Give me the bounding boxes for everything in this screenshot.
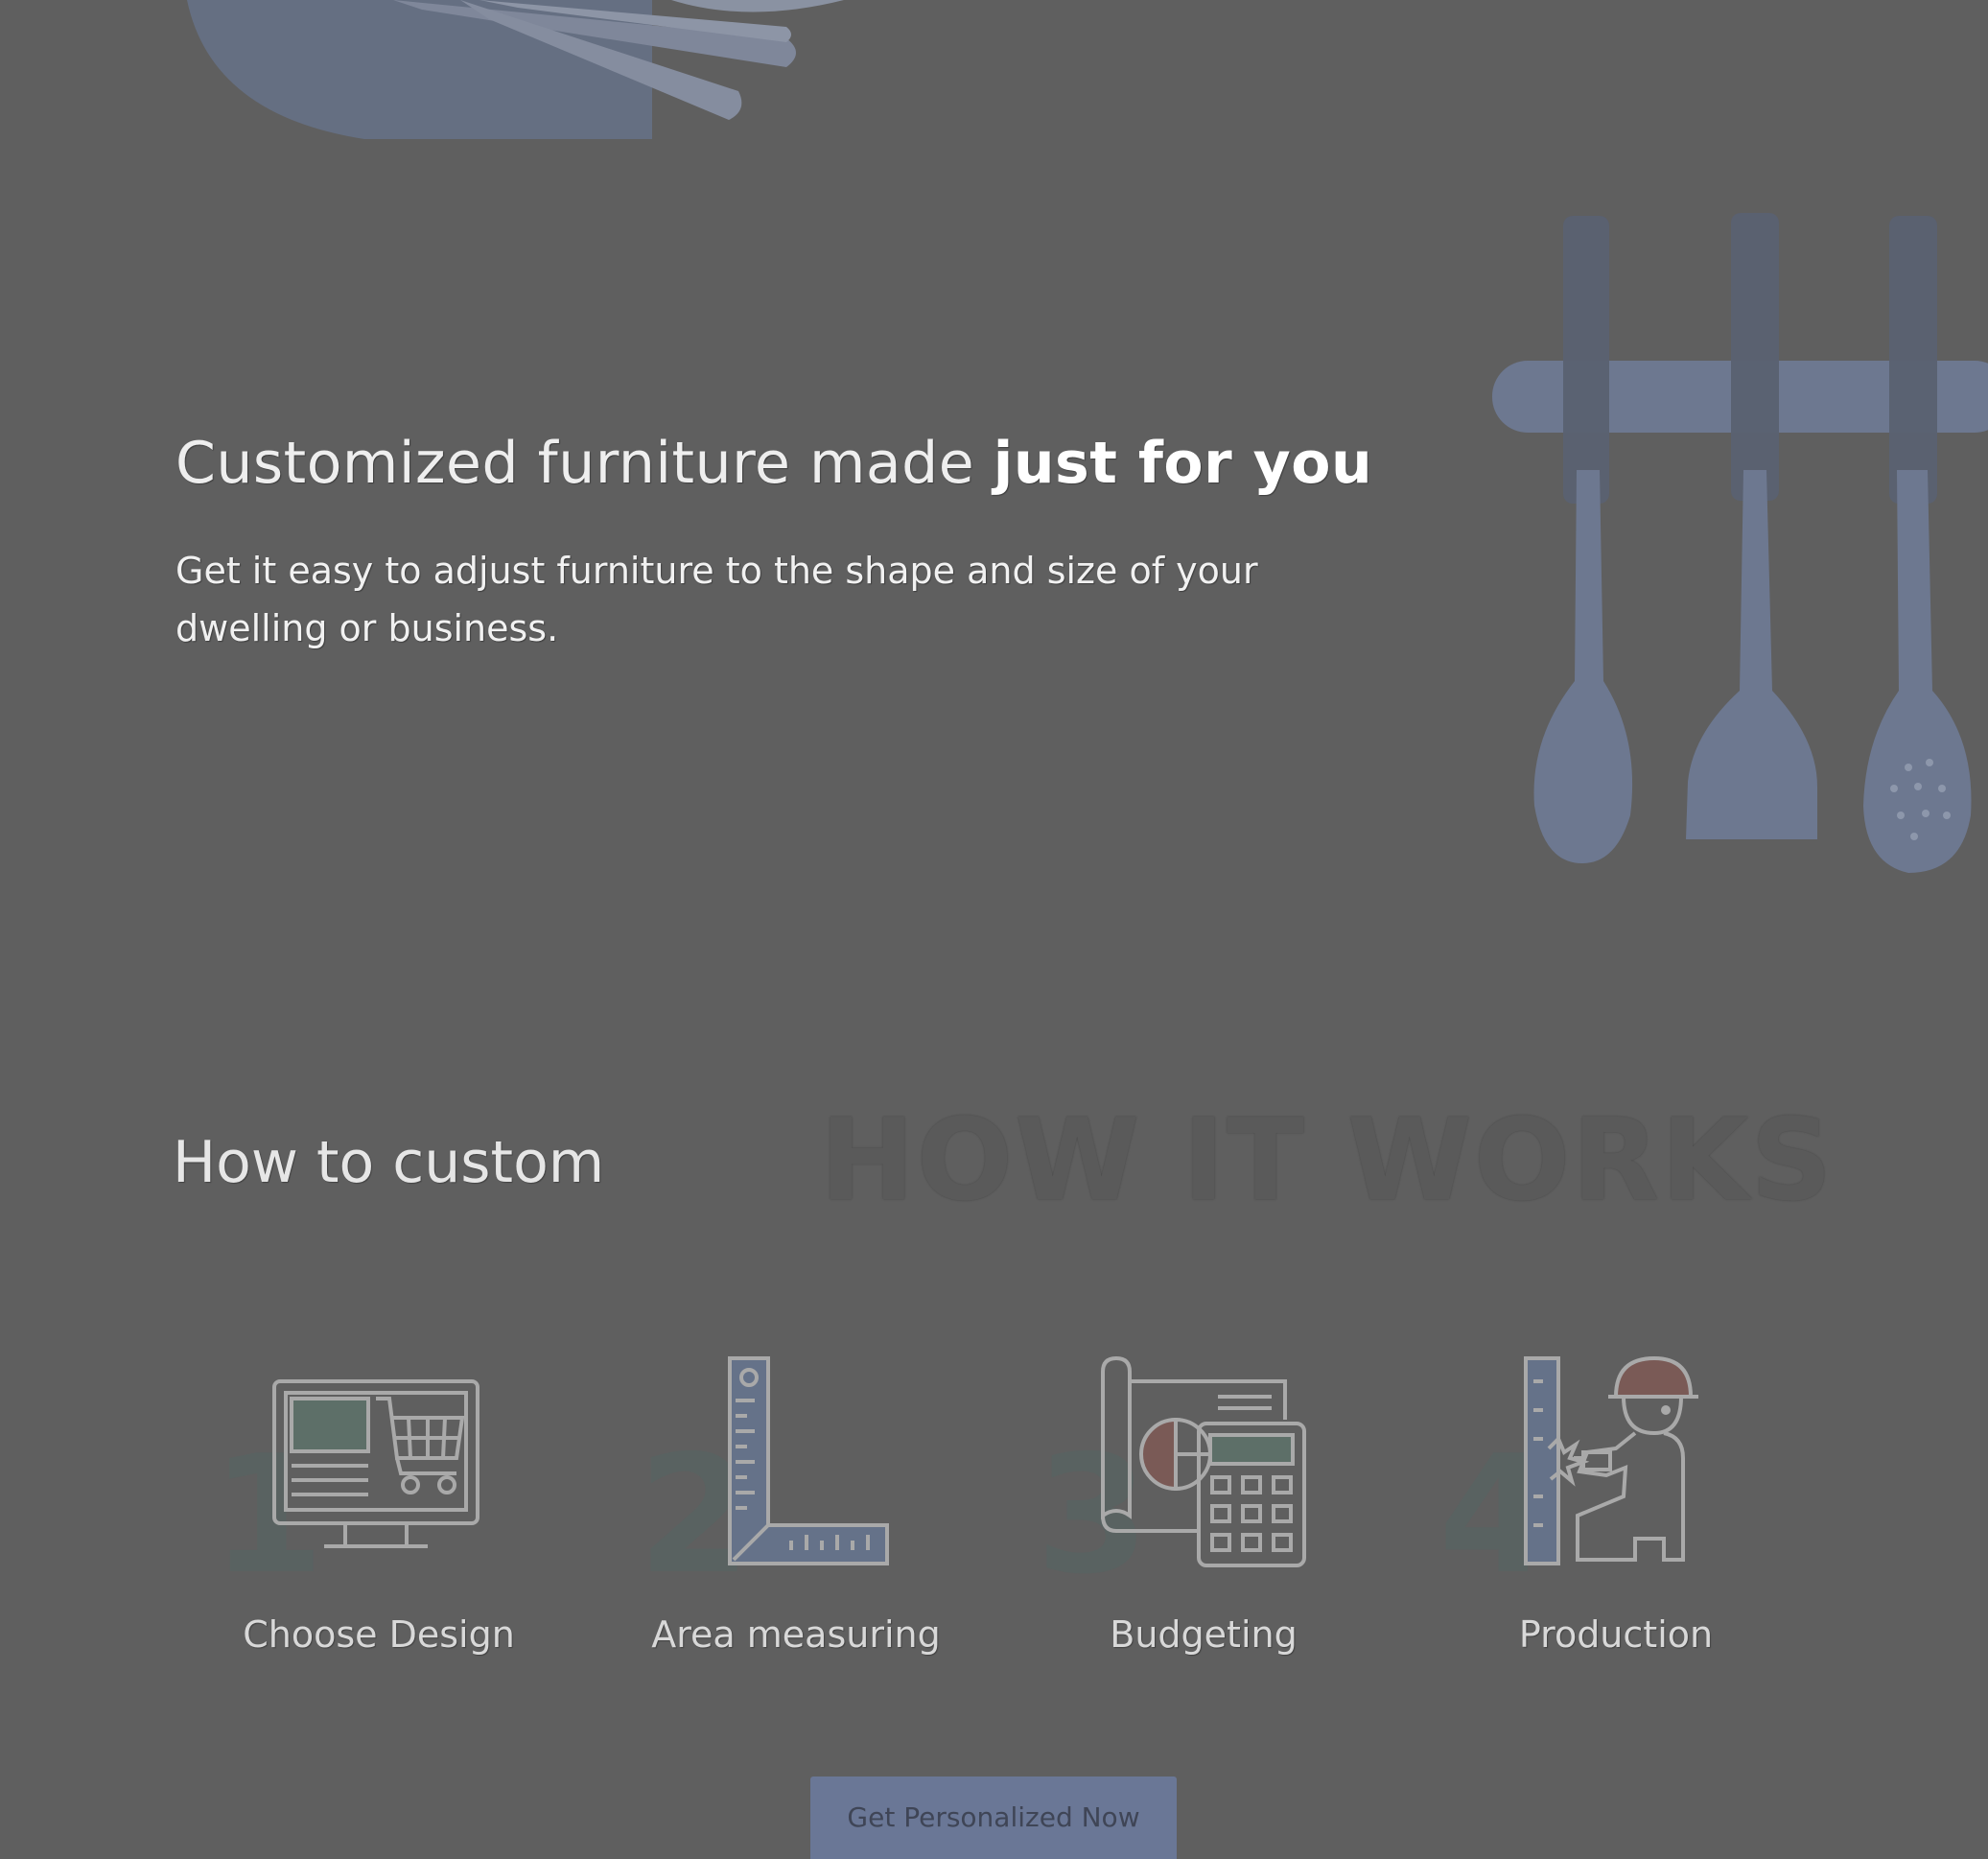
worker-hammer-icon (1524, 1355, 1698, 1565)
hero-subtitle: Get it easy to adjust furniture to the s… (175, 550, 1258, 649)
section-title: How to custom (173, 1129, 605, 1196)
hero-title: Customized furniture made just for you (175, 430, 1372, 497)
step-label: Production (1518, 1613, 1714, 1656)
step-item: 1 Choose Design (192, 1353, 575, 1669)
step-label: Choose Design (243, 1613, 515, 1656)
get-personalized-button[interactable]: Get Personalized Now (810, 1777, 1177, 1859)
step-item: 2 Area measuring (604, 1353, 988, 1669)
step-label: Area measuring (651, 1613, 941, 1656)
blueprint-calculator-icon (1101, 1355, 1306, 1567)
step-item: 4 Production (1419, 1353, 1803, 1669)
hanging-spoons-image (1492, 213, 1988, 873)
ruler-square-icon (728, 1356, 889, 1565)
bowl-utensils-image (187, 0, 844, 139)
how-it-works-watermark: HOW IT WORKS (820, 1094, 1835, 1226)
page: Customized furniture made just for you G… (0, 0, 1988, 1859)
step-label: Budgeting (1110, 1613, 1298, 1656)
steps-list: 1 Choose Design 2 Area measuring 3 Budge… (192, 1353, 1822, 1669)
step-item: 3 Budgeting (1017, 1353, 1400, 1669)
hero-title-bold: just for you (993, 430, 1373, 497)
hero-title-light: Customized furniture made (175, 430, 994, 497)
monitor-cart-icon (272, 1379, 479, 1548)
